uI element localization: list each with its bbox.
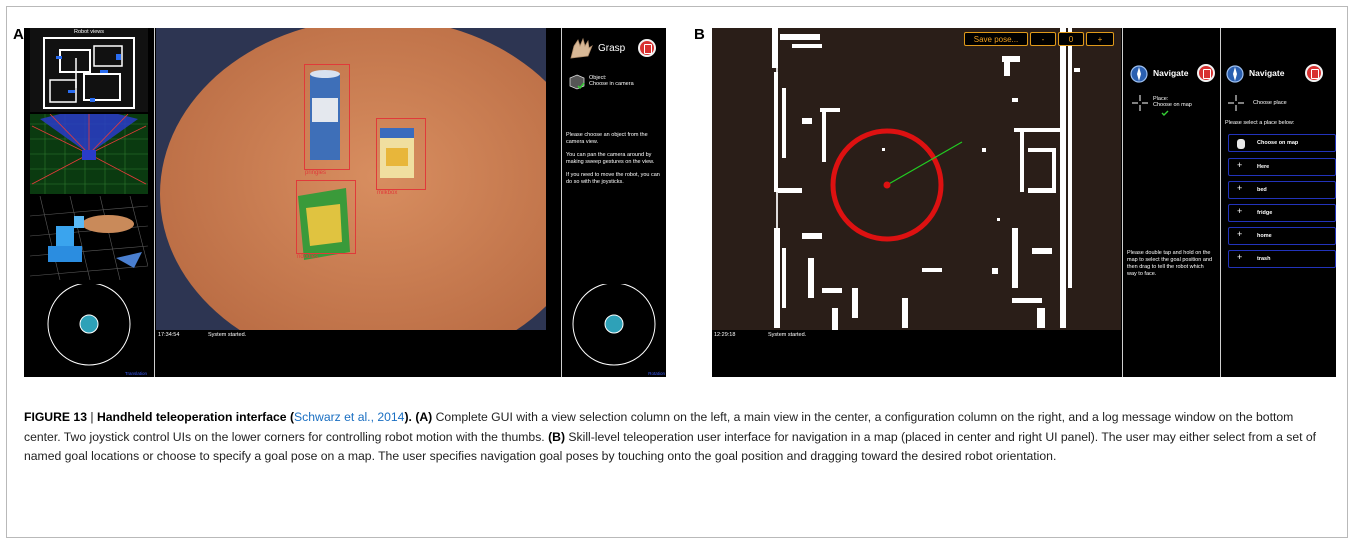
- stop-button-b-right[interactable]: [1305, 64, 1323, 82]
- caption-title-end: ).: [404, 410, 416, 424]
- stop-button-a[interactable]: [638, 39, 656, 57]
- occupancy-map-view[interactable]: Save pose... - 0 +: [712, 28, 1121, 330]
- log-time-a: 17:34:54: [158, 332, 180, 338]
- panel-b-letter: B: [694, 26, 705, 43]
- panel-a-letter: A: [13, 26, 24, 43]
- object-cube-icon: [569, 74, 585, 90]
- grasp-help-1: Please choose an object from the camera …: [566, 132, 648, 145]
- view-selection-column: Robot views Translation: [24, 28, 154, 377]
- crosshair-small-icon: +: [1237, 206, 1243, 216]
- place-label: home: [1257, 233, 1272, 239]
- navigate-title-right: Navigate: [1249, 68, 1285, 78]
- log-time-b: 12:29:18: [714, 332, 736, 338]
- save-pose-button[interactable]: Save pose...: [964, 32, 1028, 46]
- place-button-fridge[interactable]: + fridge: [1228, 204, 1336, 222]
- panel-a-screenshot: Robot views Translation pringles milkbox…: [24, 28, 666, 377]
- detection-box-pringles[interactable]: pringles: [304, 64, 350, 176]
- map-view-thumbnail[interactable]: Robot views: [30, 28, 148, 112]
- map-pointer-icon: [1237, 139, 1245, 149]
- panel-b-screenshot: Save pose... - 0 + 12:29:18 System start…: [712, 28, 1336, 377]
- place-label: trash: [1257, 256, 1271, 262]
- joystick-translation[interactable]: Translation: [30, 282, 148, 377]
- log-message-b: System started.: [768, 332, 807, 338]
- crosshair-icon-right: [1228, 95, 1244, 111]
- joystick-rotation[interactable]: Rotation: [562, 282, 666, 377]
- navigate-help: Please double tap and hold on the map to…: [1127, 250, 1213, 277]
- map-thumbnail-drawing: [43, 37, 135, 109]
- configuration-column: Grasp Object: Choose in camera Please ch…: [562, 28, 666, 377]
- compass-icon-right: [1226, 65, 1244, 83]
- place-label: fridge: [1257, 210, 1273, 216]
- main-camera-view[interactable]: pringles milkbox noodles: [156, 28, 546, 330]
- crosshair-small-icon: +: [1237, 183, 1243, 193]
- place-param-value[interactable]: Choose on map: [1153, 102, 1192, 109]
- joystick-rotation-label: Rotation: [648, 371, 665, 376]
- choose-place-label: Choose place: [1253, 100, 1287, 106]
- crosshair-small-icon: +: [1237, 252, 1243, 262]
- caption-b-label: (B): [548, 429, 565, 444]
- crosshair-icon: [1132, 95, 1148, 111]
- 3d-scene-thumbnail[interactable]: [29, 195, 149, 281]
- navigate-config-column: Navigate Place: Choose on map Please dou…: [1123, 28, 1219, 377]
- place-button-here[interactable]: + Here: [1228, 158, 1336, 176]
- joystick-translation-label: Translation: [124, 371, 147, 376]
- navigate-title-mid: Navigate: [1153, 68, 1189, 78]
- caption-citation-link[interactable]: Schwarz et al., 2014: [294, 410, 404, 424]
- compass-icon: [1130, 65, 1148, 83]
- 3d-scene-drawing: [29, 195, 149, 281]
- log-window-a: 17:34:54 System started.: [156, 330, 546, 377]
- laser-scan-drawing: [30, 114, 148, 194]
- navigate-place-column: Navigate Choose place Please select a pl…: [1221, 28, 1336, 377]
- figure-caption: FIGURE 13 | Handheld teleoperation inter…: [24, 408, 1329, 467]
- log-window-b: 12:29:18 System started.: [712, 330, 1121, 377]
- detection-label-pringles: pringles: [305, 170, 327, 176]
- caption-a-label: (A): [415, 410, 433, 424]
- place-button-home[interactable]: + home: [1228, 227, 1336, 245]
- object-param-value[interactable]: Choose in camera: [589, 81, 634, 88]
- crosshair-small-icon: +: [1237, 229, 1243, 239]
- pose-minus-button[interactable]: -: [1030, 32, 1056, 46]
- grasp-title: Grasp: [598, 43, 626, 54]
- caption-separator: |: [87, 410, 97, 424]
- detection-label-milkbox: milkbox: [377, 190, 398, 196]
- detection-label-noodles: noodles: [297, 254, 319, 260]
- figure-label: FIGURE 13: [24, 410, 87, 424]
- place-button-trash[interactable]: + trash: [1228, 250, 1336, 268]
- detection-box-milkbox[interactable]: milkbox: [376, 118, 426, 196]
- occupancy-map-drawing: [712, 28, 1121, 330]
- select-place-prompt: Please select a place below:: [1225, 120, 1295, 126]
- camera-scene-drawing: [156, 28, 546, 330]
- grasp-help-2: You can pan the camera around by making …: [566, 152, 655, 165]
- log-message-a: System started.: [208, 332, 247, 338]
- crosshair-small-icon: +: [1237, 160, 1243, 170]
- grasp-hand-icon: [570, 37, 593, 59]
- caption-title: Handheld teleoperation interface (: [96, 410, 295, 424]
- pose-count-display: 0: [1058, 32, 1084, 46]
- detection-box-noodles[interactable]: noodles: [296, 180, 356, 260]
- place-button-bed[interactable]: + bed: [1228, 181, 1336, 199]
- place-label: Here: [1257, 164, 1270, 170]
- laser-scan-thumbnail[interactable]: [30, 114, 148, 194]
- check-icon: [1161, 110, 1169, 116]
- joystick-translation-drawing: [47, 282, 131, 366]
- left-column-divider: [154, 28, 155, 377]
- grasp-help-3: If you need to move the robot, you can d…: [566, 172, 660, 185]
- pose-plus-button[interactable]: +: [1086, 32, 1114, 46]
- joystick-rotation-drawing: [572, 282, 656, 366]
- stop-button-b-mid[interactable]: [1197, 64, 1215, 82]
- place-label: Choose on map: [1257, 140, 1299, 146]
- place-button-choose-on-map[interactable]: Choose on map: [1228, 134, 1336, 152]
- place-label: bed: [1257, 187, 1267, 193]
